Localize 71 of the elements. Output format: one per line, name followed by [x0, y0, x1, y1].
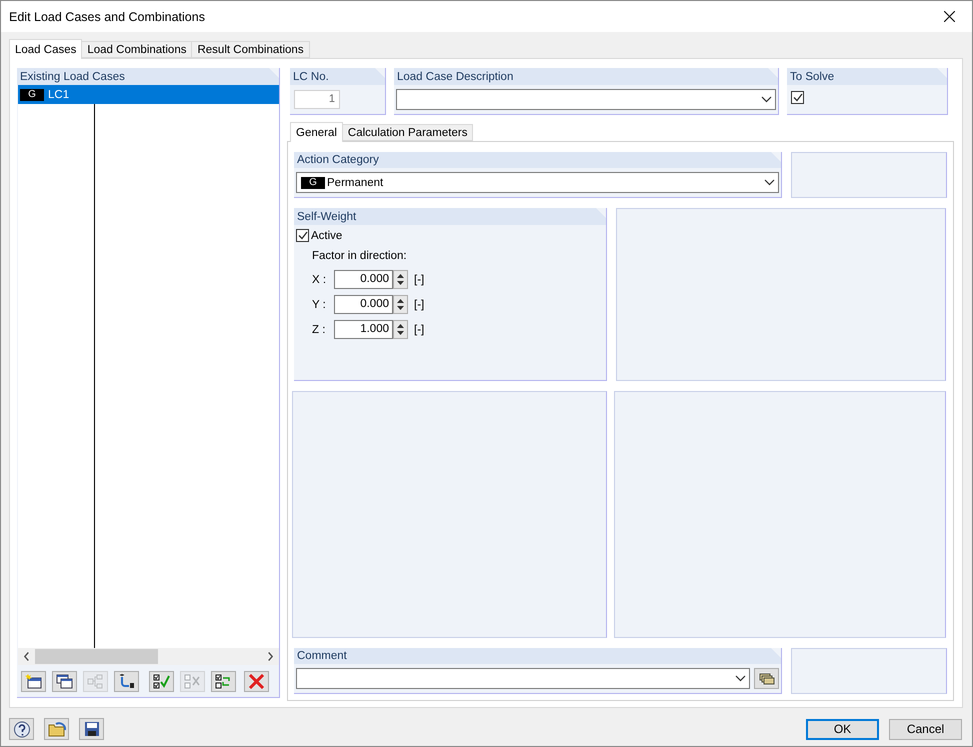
to-solve-checkbox[interactable] [791, 91, 804, 104]
comment-library-button[interactable] [754, 668, 779, 689]
category-tag: G [301, 176, 325, 188]
tab[interactable]: Result Combinations [191, 41, 310, 58]
spin-button[interactable] [393, 295, 408, 314]
toolbar-button[interactable] [149, 670, 174, 692]
section-title: Comment [297, 650, 347, 662]
window-title: Edit Load Cases and Combinations [9, 10, 205, 24]
section-title: Action Category [297, 154, 379, 166]
unit-label: [-] [414, 324, 424, 336]
toolbar-button[interactable] [211, 670, 236, 692]
factor-input[interactable]: 0.000 [334, 270, 393, 289]
axis-label: X : [312, 274, 328, 286]
lc-number-field[interactable]: 1 [294, 90, 340, 109]
dropdown-icon [761, 96, 772, 103]
tab[interactable]: Load Combinations [81, 41, 192, 58]
toolbar-button[interactable] [52, 670, 77, 692]
check-all-icon [153, 674, 170, 688]
comment-dropdown[interactable] [296, 668, 750, 689]
spin-arrows-icon [397, 323, 404, 336]
section-title: To Solve [790, 70, 834, 82]
axis-label: Y : [312, 298, 327, 310]
folder-icon [48, 721, 66, 737]
spin-button[interactable] [393, 270, 408, 289]
toolbar-button[interactable] [114, 670, 139, 692]
diagram-icon [87, 674, 104, 688]
spin-arrows-icon [397, 273, 404, 286]
active-checkbox-label[interactable]: Active [296, 229, 604, 242]
dropdown-icon [735, 675, 746, 682]
stacked-folders-icon [758, 672, 774, 684]
scrollbar-thumb[interactable] [35, 649, 158, 664]
footer-tool-button[interactable] [9, 718, 34, 740]
factor-input[interactable]: 0.000 [334, 295, 393, 314]
unit-label: [-] [414, 274, 424, 286]
help-icon [12, 720, 30, 738]
windows-icon [56, 674, 73, 688]
footer-tool-button[interactable] [79, 718, 104, 740]
dropdown-icon [764, 179, 775, 186]
active-checkbox[interactable] [296, 229, 309, 242]
new-window-icon [25, 674, 42, 688]
category-tag: G [20, 88, 44, 100]
checkbox-label: Active [311, 230, 342, 242]
list-row[interactable]: G LC1 [18, 85, 279, 104]
spin-button[interactable] [393, 320, 408, 339]
panel-title: Existing Load Cases [20, 70, 125, 82]
axis-label: Z : [312, 324, 326, 336]
spin-arrows-icon [397, 298, 404, 311]
factor-label: Factor in direction: [312, 250, 407, 262]
section-title: Load Case Description [397, 70, 514, 82]
factor-input[interactable]: 1.000 [334, 320, 393, 339]
toolbar-button[interactable] [21, 670, 46, 692]
action-category-dropdown[interactable]: G Permanent [296, 172, 779, 193]
scrollbar[interactable] [18, 648, 279, 665]
save-icon [84, 721, 100, 737]
chevron-right-icon [268, 652, 273, 661]
section-title: Self-Weight [297, 210, 356, 222]
uncheck-all-icon [184, 674, 201, 688]
dialog-button[interactable]: OK [806, 718, 879, 740]
unit-label: [-] [414, 298, 424, 310]
swap-checks-icon [215, 674, 232, 688]
chevron-left-icon [24, 652, 29, 661]
dialog-button[interactable]: Cancel [889, 718, 962, 740]
close-icon [944, 11, 954, 22]
section-title: LC No. [293, 70, 329, 82]
delete-icon [248, 674, 265, 688]
category-value: Permanent [327, 176, 384, 188]
tab[interactable]: General [290, 122, 343, 142]
description-dropdown[interactable] [396, 89, 776, 110]
tab[interactable]: Load Cases [9, 39, 82, 59]
load-case-name: LC1 [48, 88, 70, 100]
tab[interactable]: Calculation Parameters [342, 124, 474, 141]
